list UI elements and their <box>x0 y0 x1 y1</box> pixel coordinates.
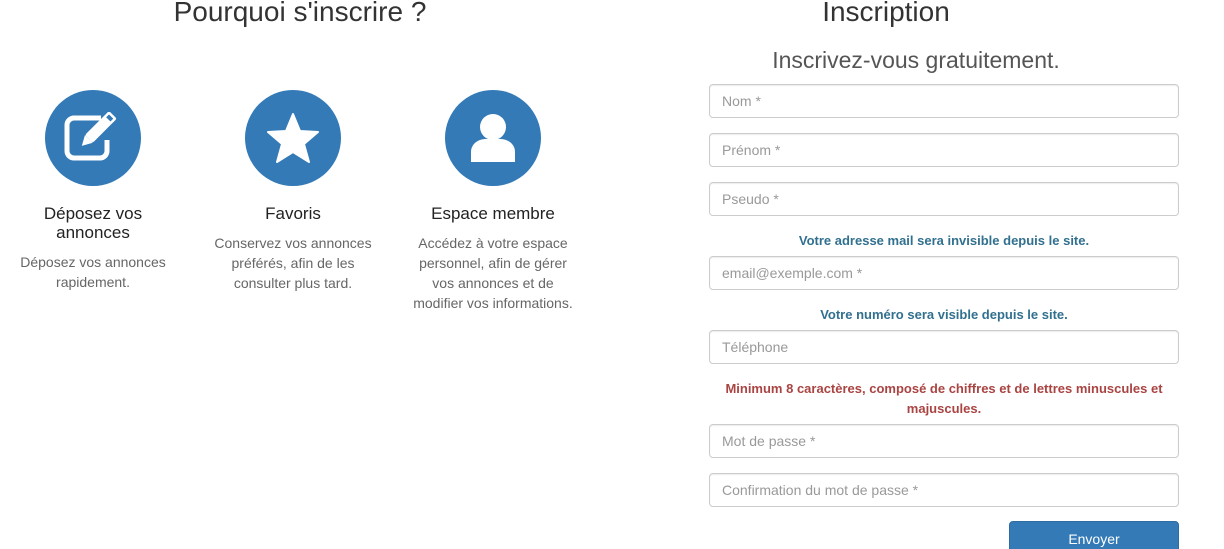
email-input[interactable] <box>709 256 1179 290</box>
why-register-title: Pourquoi s'inscrire ? <box>173 0 427 27</box>
registration-subtitle: Inscrivez-vous gratuitement. <box>709 44 1179 76</box>
feature-description: Accédez à votre espace personnel, afin d… <box>413 235 573 311</box>
user-icon <box>471 114 515 162</box>
registration-subtitle-text: Inscrivez-vous gratuitement. <box>772 47 1060 73</box>
star-icon <box>267 113 319 163</box>
feature-title: Espace membre <box>431 204 555 223</box>
feature-description: Déposez vos annonces rapidement. <box>20 254 166 290</box>
submit-button[interactable]: Envoyer <box>1009 521 1179 549</box>
feature-description: Conservez vos annonces préférés, afin de… <box>214 235 372 291</box>
feature-member-space: Espace membre Accédez à votre espace per… <box>408 90 578 313</box>
edit-icon <box>64 112 121 161</box>
email-hint: Votre adresse mail sera invisible depuis… <box>798 233 1090 248</box>
feature-title: Déposez vos annonces <box>43 204 143 242</box>
phone-input[interactable] <box>709 330 1179 364</box>
feature-title: Favoris <box>265 204 321 223</box>
feature-post-ads: Déposez vos annonces Déposez vos annonce… <box>8 90 178 292</box>
nom-input[interactable] <box>709 84 1179 118</box>
feature-icon-circle <box>45 90 141 186</box>
registration-page: Pourquoi s'inscrire ? Déposez vos annonc… <box>0 0 1224 549</box>
registration-title: Inscription <box>822 0 950 27</box>
password-confirm-input[interactable] <box>709 473 1179 507</box>
password-input[interactable] <box>709 424 1179 458</box>
feature-favorites: Favoris Conservez vos annonces préférés,… <box>208 90 378 293</box>
password-hint: Minimum 8 caractères, composé de chiffre… <box>725 381 1163 416</box>
feature-icon-circle <box>445 90 541 186</box>
pseudo-input[interactable] <box>709 182 1179 216</box>
phone-hint: Votre numéro sera visible depuis le site… <box>820 307 1068 322</box>
prenom-input[interactable] <box>709 133 1179 167</box>
feature-icon-circle <box>245 90 341 186</box>
